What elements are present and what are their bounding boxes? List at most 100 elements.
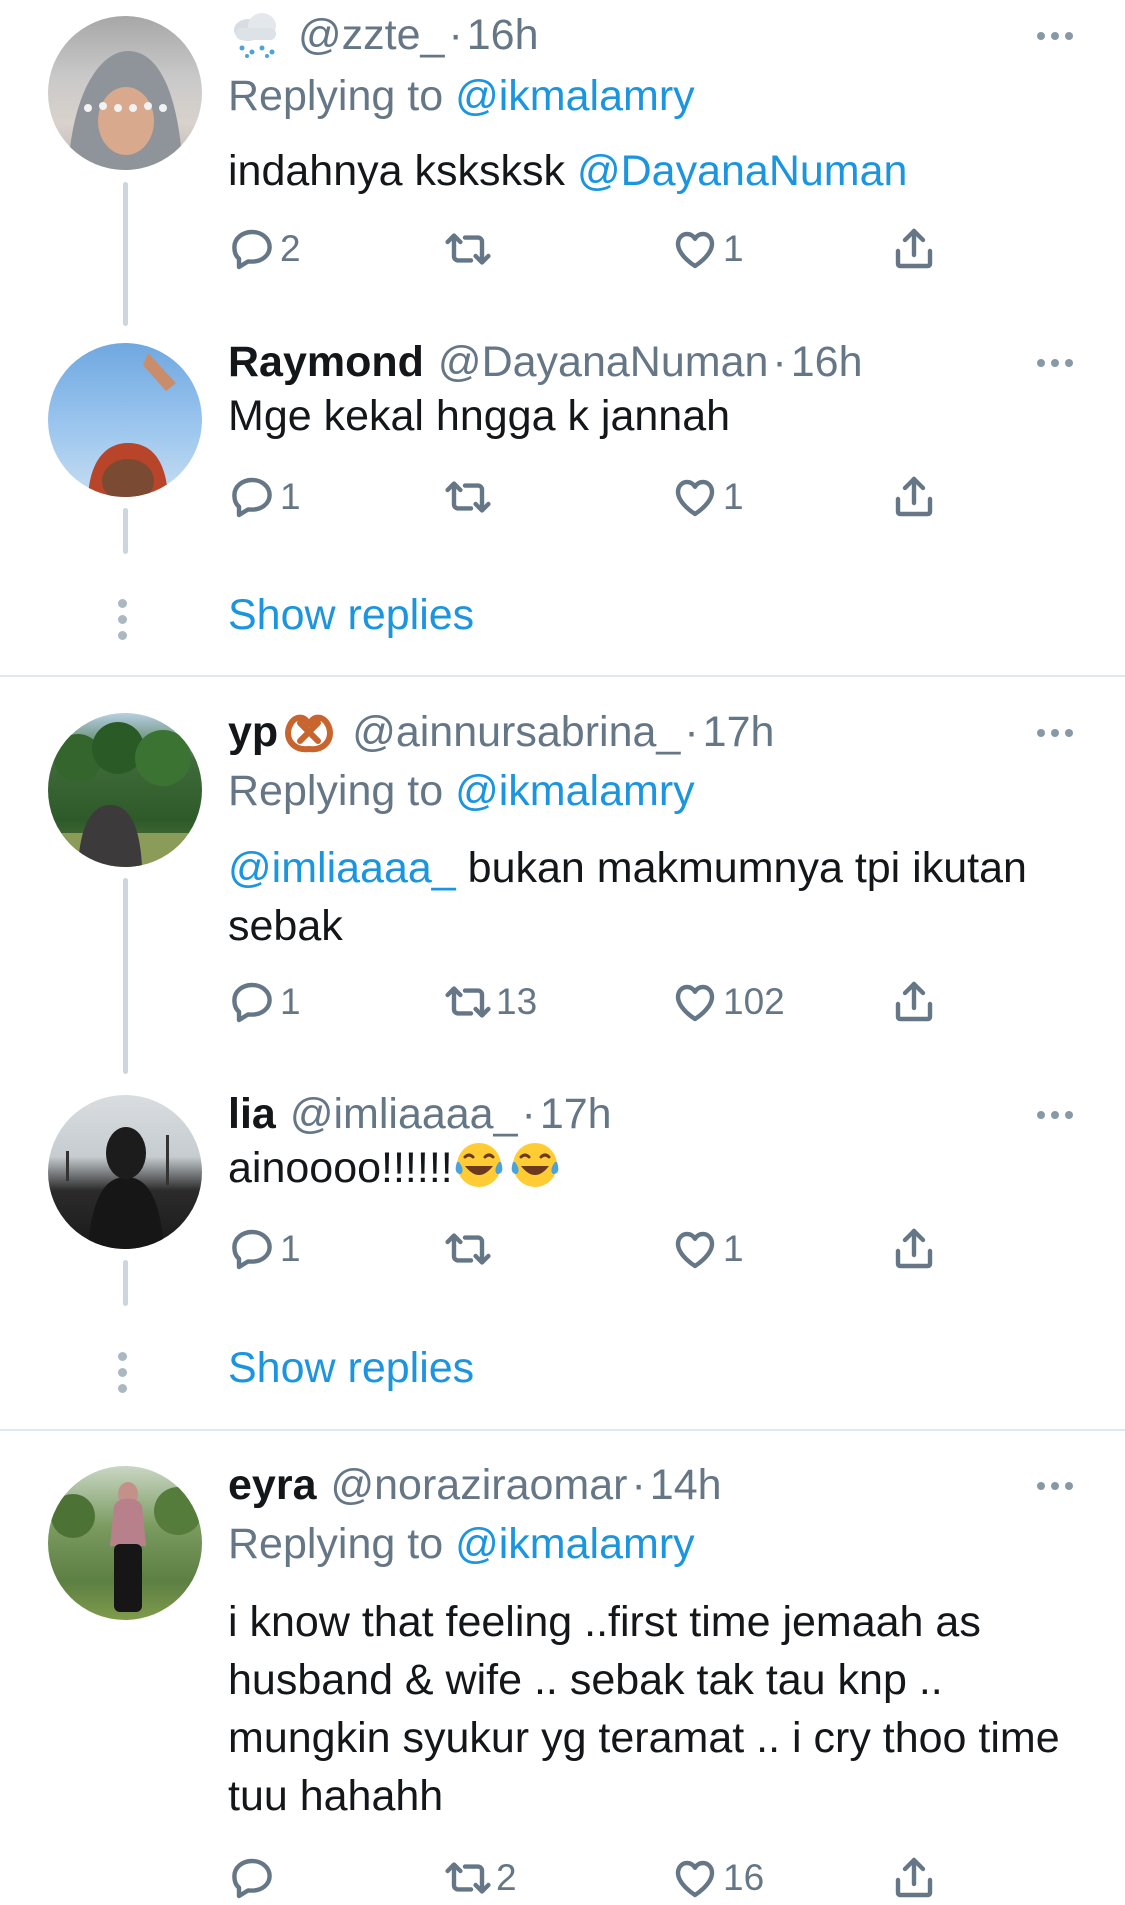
like-count: 16 bbox=[723, 1857, 765, 1898]
tweet-actions: 2 16 bbox=[228, 1850, 988, 1905]
replying-label: Replying to bbox=[228, 1520, 444, 1568]
retweet-icon bbox=[444, 978, 492, 1026]
tweet-text: Mge kekal hngga k jannah bbox=[228, 387, 1088, 445]
like-button[interactable]: 16 bbox=[671, 1850, 764, 1905]
more-options-icon[interactable] bbox=[1037, 359, 1073, 367]
tweet-text: @imliaaaa_ bukan makmumnya tpi ikutan se… bbox=[228, 839, 1088, 955]
like-button[interactable]: 1 bbox=[671, 1221, 744, 1277]
tweet-header: Raymond @DayanaNuman · 16h bbox=[228, 332, 862, 392]
avatar[interactable] bbox=[48, 343, 202, 497]
tweet-header: yp @ainnursabrina_ · 17h bbox=[228, 702, 774, 762]
like-count: 1 bbox=[723, 1228, 744, 1269]
replying-to: Replying to @ikmalamry bbox=[228, 762, 695, 820]
tweet-actions: 1 1 bbox=[228, 469, 988, 525]
retweet-icon bbox=[444, 1225, 492, 1273]
avatar[interactable] bbox=[48, 1095, 202, 1249]
display-name[interactable]: eyra bbox=[228, 1455, 316, 1515]
tweet-text-content: Mge kekal hngga k jannah bbox=[228, 392, 731, 440]
tweet[interactable]: lia @imliaaaa_ · 17h ainoooo!!!!!! 1 1 bbox=[0, 1082, 1125, 1312]
separator-dot: · bbox=[684, 708, 699, 756]
like-icon bbox=[671, 1225, 719, 1273]
user-handle[interactable]: @zzte_ bbox=[298, 5, 444, 65]
replying-to-mention[interactable]: @ikmalamry bbox=[455, 72, 695, 120]
timestamp[interactable]: 16h bbox=[467, 5, 539, 65]
replying-to: Replying to @ikmalamry bbox=[228, 1515, 695, 1573]
replying-to-mention[interactable]: @ikmalamry bbox=[455, 1520, 695, 1568]
like-button[interactable]: 1 bbox=[671, 221, 744, 277]
retweet-button[interactable] bbox=[444, 1221, 496, 1277]
tweet[interactable]: eyra @noraziraomar · 14h Replying to @ik… bbox=[0, 1455, 1125, 1905]
reply-button[interactable]: 2 bbox=[228, 221, 301, 277]
like-button[interactable]: 1 bbox=[671, 469, 744, 525]
retweet-button[interactable] bbox=[444, 469, 496, 525]
user-handle[interactable]: @imliaaaa_ bbox=[290, 1084, 518, 1144]
display-name[interactable]: lia bbox=[228, 1084, 276, 1144]
reply-count: 2 bbox=[280, 228, 301, 269]
avatar[interactable] bbox=[48, 1466, 202, 1620]
replying-to: Replying to @ikmalamry bbox=[228, 67, 695, 125]
reply-count: 1 bbox=[280, 476, 301, 517]
tweet-header: @zzte_ · 16h bbox=[228, 5, 539, 65]
thread-line bbox=[123, 1260, 128, 1306]
more-options-icon[interactable] bbox=[1037, 1482, 1073, 1490]
reply-button[interactable]: 1 bbox=[228, 469, 301, 525]
like-count: 102 bbox=[723, 981, 785, 1022]
like-button[interactable]: 102 bbox=[671, 974, 785, 1030]
tweet[interactable]: @zzte_ · 16h Replying to @ikmalamry inda… bbox=[0, 0, 1125, 330]
reply-button[interactable] bbox=[228, 1850, 280, 1905]
reply-button[interactable]: 1 bbox=[228, 974, 301, 1030]
mention-link[interactable]: @DayanaNuman bbox=[577, 147, 907, 195]
more-options-icon[interactable] bbox=[1037, 32, 1073, 40]
more-options-icon[interactable] bbox=[1037, 1111, 1073, 1119]
more-replies-dots-icon bbox=[118, 599, 127, 640]
reply-count: 1 bbox=[280, 981, 301, 1022]
share-icon bbox=[890, 473, 938, 521]
retweet-button[interactable]: 2 bbox=[444, 1850, 517, 1905]
mention-link[interactable]: @imliaaaa_ bbox=[228, 844, 456, 892]
face-with-tears-of-joy-icon bbox=[453, 1140, 509, 1190]
share-button[interactable] bbox=[890, 221, 938, 277]
display-name[interactable]: yp bbox=[228, 702, 278, 762]
tweet[interactable]: Raymond @DayanaNuman · 16h Mge kekal hng… bbox=[0, 330, 1125, 560]
tweet-text: indahnya ksksksk @DayanaNuman bbox=[228, 142, 1088, 200]
separator-dot: · bbox=[448, 11, 463, 59]
timestamp[interactable]: 14h bbox=[650, 1455, 722, 1515]
tweet-header: eyra @noraziraomar · 14h bbox=[228, 1455, 722, 1515]
retweet-button[interactable]: 13 bbox=[444, 974, 537, 1030]
thread-line bbox=[123, 508, 128, 554]
cloud-rain-emoji-icon bbox=[228, 10, 284, 60]
user-handle[interactable]: @DayanaNuman bbox=[438, 332, 768, 392]
like-count: 1 bbox=[723, 476, 744, 517]
separator-dot: · bbox=[631, 1461, 646, 1509]
like-icon bbox=[671, 978, 719, 1026]
reply-button[interactable]: 1 bbox=[228, 1221, 301, 1277]
more-options-icon[interactable] bbox=[1037, 729, 1073, 737]
tweet-text: i know that feeling ..first time jemaah … bbox=[228, 1593, 1088, 1825]
avatar[interactable] bbox=[48, 713, 202, 867]
user-handle[interactable]: @ainnursabrina_ bbox=[352, 702, 680, 762]
avatar[interactable] bbox=[48, 16, 202, 170]
replying-to-mention[interactable]: @ikmalamry bbox=[455, 767, 695, 815]
tweet-text-content: ainoooo!!!!!! bbox=[228, 1144, 453, 1192]
share-button[interactable] bbox=[890, 469, 938, 525]
tweet-text-content: indahnya ksksksk bbox=[228, 147, 565, 195]
retweet-icon bbox=[444, 473, 492, 521]
separator-dot: · bbox=[521, 1090, 536, 1138]
share-button[interactable] bbox=[890, 974, 938, 1030]
timestamp[interactable]: 16h bbox=[791, 332, 863, 392]
share-button[interactable] bbox=[890, 1221, 938, 1277]
user-handle[interactable]: @noraziraomar bbox=[330, 1455, 627, 1515]
retweet-button[interactable] bbox=[444, 221, 496, 277]
share-button[interactable] bbox=[890, 1850, 938, 1905]
replying-label: Replying to bbox=[228, 767, 444, 815]
tweet[interactable]: yp @ainnursabrina_ · 17h Replying to @ik… bbox=[0, 700, 1125, 1080]
display-name[interactable]: Raymond bbox=[228, 332, 424, 392]
share-icon bbox=[890, 1854, 938, 1902]
show-replies-link[interactable]: Show replies bbox=[228, 1339, 474, 1397]
like-icon bbox=[671, 225, 719, 273]
show-replies-link[interactable]: Show replies bbox=[228, 586, 474, 644]
timestamp[interactable]: 17h bbox=[540, 1084, 612, 1144]
timestamp[interactable]: 17h bbox=[703, 702, 775, 762]
thread-line bbox=[123, 182, 128, 326]
retweet-icon bbox=[444, 1854, 492, 1902]
